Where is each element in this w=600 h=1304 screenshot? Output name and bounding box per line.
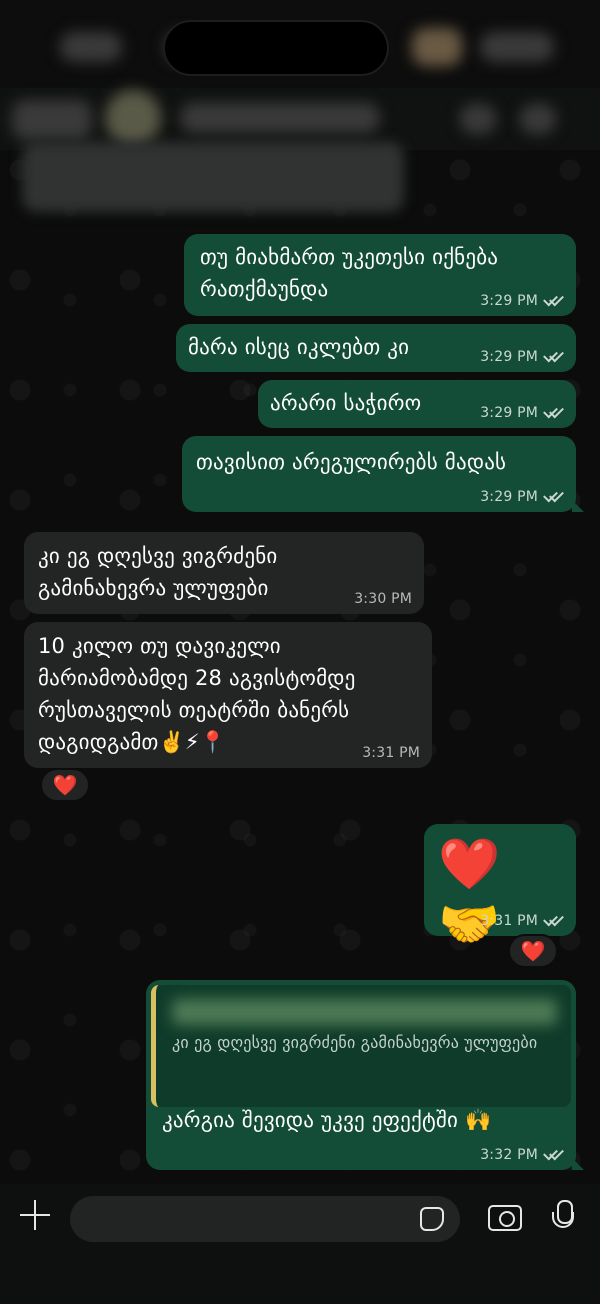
back-button-blurred[interactable]	[12, 100, 92, 140]
quoted-sender-blurred	[172, 999, 557, 1025]
message-meta: 3:32 PM	[480, 1147, 564, 1163]
voice-call-icon[interactable]	[520, 104, 556, 134]
quoted-message-text: კი ეგ დღესვე ვიგრძენი გამინახევრა ულუფებ…	[172, 1033, 538, 1052]
read-receipt-icon	[544, 1149, 564, 1161]
video-call-icon[interactable]	[460, 104, 496, 134]
message-text: თავისით არეგულირებს მადას	[196, 450, 507, 474]
message-bubble-outgoing[interactable]: კი ეგ დღესვე ვიგრძენი გამინახევრა ულუფებ…	[146, 980, 584, 1170]
message-meta: 3:29 PM	[480, 405, 564, 421]
quoted-message[interactable]: კი ეგ დღესვე ვიგრძენი გამინახევრა ულუფებ…	[151, 985, 571, 1107]
message-text: 10 კილო თუ დავიკელი მარიამობამდე 28 აგვი…	[38, 634, 356, 754]
status-time-blurred	[60, 32, 122, 62]
read-receipt-icon	[544, 491, 564, 503]
blurred-previous-message	[22, 142, 404, 212]
message-meta: 3:30 PM	[354, 591, 412, 607]
microphone-icon[interactable]	[552, 1200, 574, 1234]
message-bubble-outgoing[interactable]: მარა ისეც იკლებთ კი 3:29 PM	[176, 324, 576, 372]
message-time: 3:32 PM	[480, 1147, 538, 1163]
sticker-icon[interactable]	[420, 1207, 444, 1231]
message-meta: 3:31 PM	[480, 913, 564, 929]
message-meta: 3:31 PM	[362, 745, 420, 761]
message-time: 3:29 PM	[480, 293, 538, 309]
read-receipt-icon	[544, 351, 564, 363]
message-bubble-incoming[interactable]: კი ეგ დღესვე ვიგრძენი გამინახევრა ულუფებ…	[24, 532, 424, 614]
message-time: 3:30 PM	[354, 591, 412, 607]
plus-icon[interactable]	[20, 1200, 50, 1230]
message-time: 3:31 PM	[480, 913, 538, 929]
status-indicator-blurred	[412, 28, 462, 66]
message-time: 3:31 PM	[362, 745, 420, 761]
read-receipt-icon	[544, 915, 564, 927]
message-meta: 3:29 PM	[480, 293, 564, 309]
message-bubble-outgoing[interactable]: თავისით არეგულირებს მადას 3:29 PM	[182, 436, 584, 512]
message-time: 3:29 PM	[480, 405, 538, 421]
message-input[interactable]	[70, 1196, 460, 1242]
message-bubble-outgoing[interactable]: თუ მიახმართ უკეთესი იქნება რათქმაუნდა 3:…	[184, 234, 576, 316]
message-time: 3:29 PM	[480, 349, 538, 365]
reaction-badge[interactable]: ❤️	[40, 768, 90, 802]
message-text: კარგია შევიდა უკვე ეფექტში 🙌	[162, 1108, 492, 1132]
dynamic-island	[163, 20, 389, 76]
status-bar	[0, 0, 600, 88]
contact-name-blurred[interactable]	[180, 103, 380, 133]
message-time: 3:29 PM	[480, 489, 538, 505]
camera-icon[interactable]	[488, 1205, 522, 1231]
bubble-tail	[572, 1158, 584, 1170]
avatar[interactable]	[105, 90, 161, 146]
message-meta: 3:29 PM	[480, 489, 564, 505]
status-icons-blurred	[480, 32, 554, 62]
read-receipt-icon	[544, 407, 564, 419]
message-bubble-outgoing[interactable]: არარი საჭირო 3:29 PM	[258, 380, 576, 428]
reaction-badge[interactable]: ❤️	[508, 934, 558, 968]
bubble-tail	[572, 500, 584, 512]
message-meta: 3:29 PM	[480, 349, 564, 365]
read-receipt-icon	[544, 295, 564, 307]
message-bubble-outgoing[interactable]: ❤️🤝 3:31 PM	[424, 824, 576, 953]
message-bubble-incoming[interactable]: 10 კილო თუ დავიკელი მარიამობამდე 28 აგვი…	[24, 622, 432, 768]
chat-header[interactable]	[0, 88, 600, 150]
